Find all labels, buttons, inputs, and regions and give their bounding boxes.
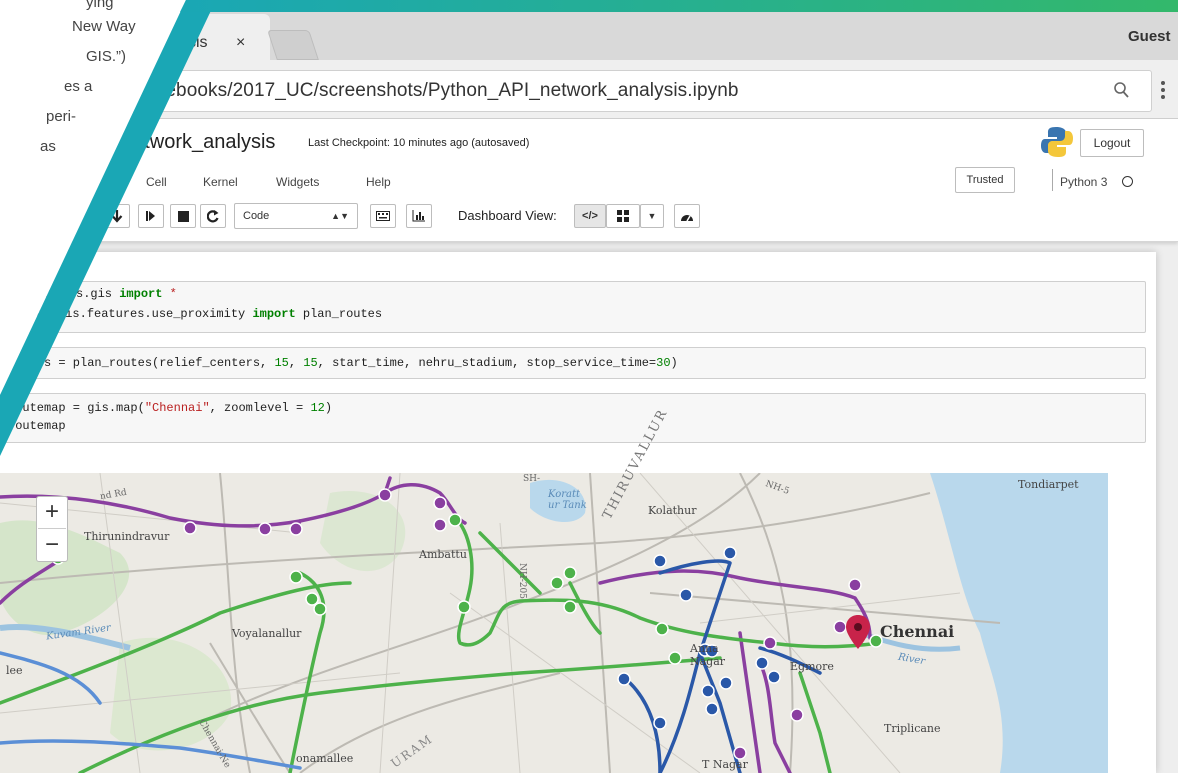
article-line-5: peri- (46, 108, 77, 125)
user-label[interactable]: Guest (1128, 28, 1171, 45)
move-down-icon (111, 210, 123, 223)
code-line-2: m arcgis.features.use_proximity import p… (22, 307, 383, 321)
stop-icon (177, 210, 189, 222)
map-label-t-nagar: T Nagar (702, 758, 748, 771)
logout-button[interactable]: Logout (1080, 129, 1144, 157)
article-line-6: as (40, 138, 56, 155)
grid-view-icon (617, 210, 629, 222)
kernel-name[interactable]: Python 3 (1060, 175, 1107, 189)
vertical-dots-icon[interactable] (1161, 81, 1165, 99)
grid-view-button[interactable] (606, 204, 640, 228)
map-label-voyalanallur: Voyalanallur (232, 627, 302, 640)
move-down-button[interactable] (104, 204, 130, 228)
map-label-tondiarpet: Tondiarpet (1018, 478, 1079, 491)
restart-button[interactable] (200, 204, 226, 228)
url-text[interactable]: tebooks/2017_UC/screenshots/Python_API_n… (160, 80, 739, 102)
chart-icon (412, 210, 425, 222)
run-icon (146, 211, 155, 221)
article-line-4: es a (64, 78, 93, 95)
trusted-badge[interactable]: Trusted (955, 167, 1015, 193)
chart-button[interactable] (406, 204, 432, 228)
map-label-chennai: Chennai (880, 622, 955, 641)
zoom-in-button[interactable]: + (36, 496, 68, 528)
map-label-poonamallee: onamallee (296, 752, 354, 765)
map-label-korattur-tank: Koratt ur Tank (548, 489, 587, 511)
map-label-thirunindravur: Thirunindravur (84, 530, 170, 543)
dashboard-view-label: Dashboard View: (458, 208, 557, 223)
code-view-icon: </> (582, 210, 598, 222)
zoom-out-button[interactable]: − (36, 529, 68, 561)
python-logo-icon (1041, 127, 1073, 157)
code-line-map: routemap = gis.map("Chennai", zoomlevel … (8, 401, 333, 415)
view-dropdown-button[interactable]: ▼ (640, 204, 664, 228)
code-view-button[interactable]: </> (574, 204, 606, 228)
dashboard-icon (681, 214, 693, 221)
map-label-sh: SH- (523, 474, 541, 484)
tab-title: ysis (180, 34, 208, 51)
run-button[interactable] (138, 204, 164, 228)
stop-button[interactable] (170, 204, 196, 228)
dashboard-button[interactable] (674, 204, 700, 228)
keyboard-button[interactable] (370, 204, 396, 228)
keyboard-icon (376, 211, 390, 221)
cell-type-value: Code (243, 210, 270, 222)
caret-down-icon: ▼ (647, 211, 657, 221)
menu-kernel[interactable]: Kernel (203, 175, 238, 189)
code-line-1: arcgis.gis import * (40, 287, 177, 301)
menu-cell[interactable]: Cell (146, 175, 167, 189)
kernel-status-icon (1122, 176, 1133, 187)
select-arrows-icon: ▲▼ (331, 211, 349, 221)
notebook-title[interactable]: network_analysis (122, 131, 275, 154)
menu-help[interactable]: Help (366, 175, 391, 189)
menu-widgets[interactable]: Widgets (276, 175, 319, 189)
code-line-routemap: routemap (8, 419, 66, 433)
code-line-routes: routes = plan_routes(relief_centers, 15,… (8, 356, 678, 370)
map-label-triplicane: Triplicane (884, 722, 941, 735)
map-label-nh205: NH-205 (516, 563, 527, 599)
checkpoint-status: Last Checkpoint: 10 minutes ago (autosav… (308, 137, 530, 149)
map-label-ambattur: Ambattu (419, 548, 467, 561)
article-line-3: GIS.”) (86, 48, 126, 65)
map-label-egmore: Egmore (790, 660, 834, 673)
tab-close-icon[interactable]: × (236, 34, 245, 52)
kernel-divider (1052, 169, 1053, 191)
article-line-2: New Way (72, 18, 136, 35)
magnifier-icon[interactable] (1113, 81, 1129, 99)
restart-icon (207, 209, 219, 222)
map-label-lee: lee (6, 664, 23, 677)
map-label-anna-nagar: Anna Nagar (690, 642, 726, 668)
cell-type-select[interactable]: Code ▲▼ (234, 203, 358, 229)
browser-tab[interactable] (150, 14, 270, 60)
map-label-kolathur: Kolathur (648, 504, 697, 517)
